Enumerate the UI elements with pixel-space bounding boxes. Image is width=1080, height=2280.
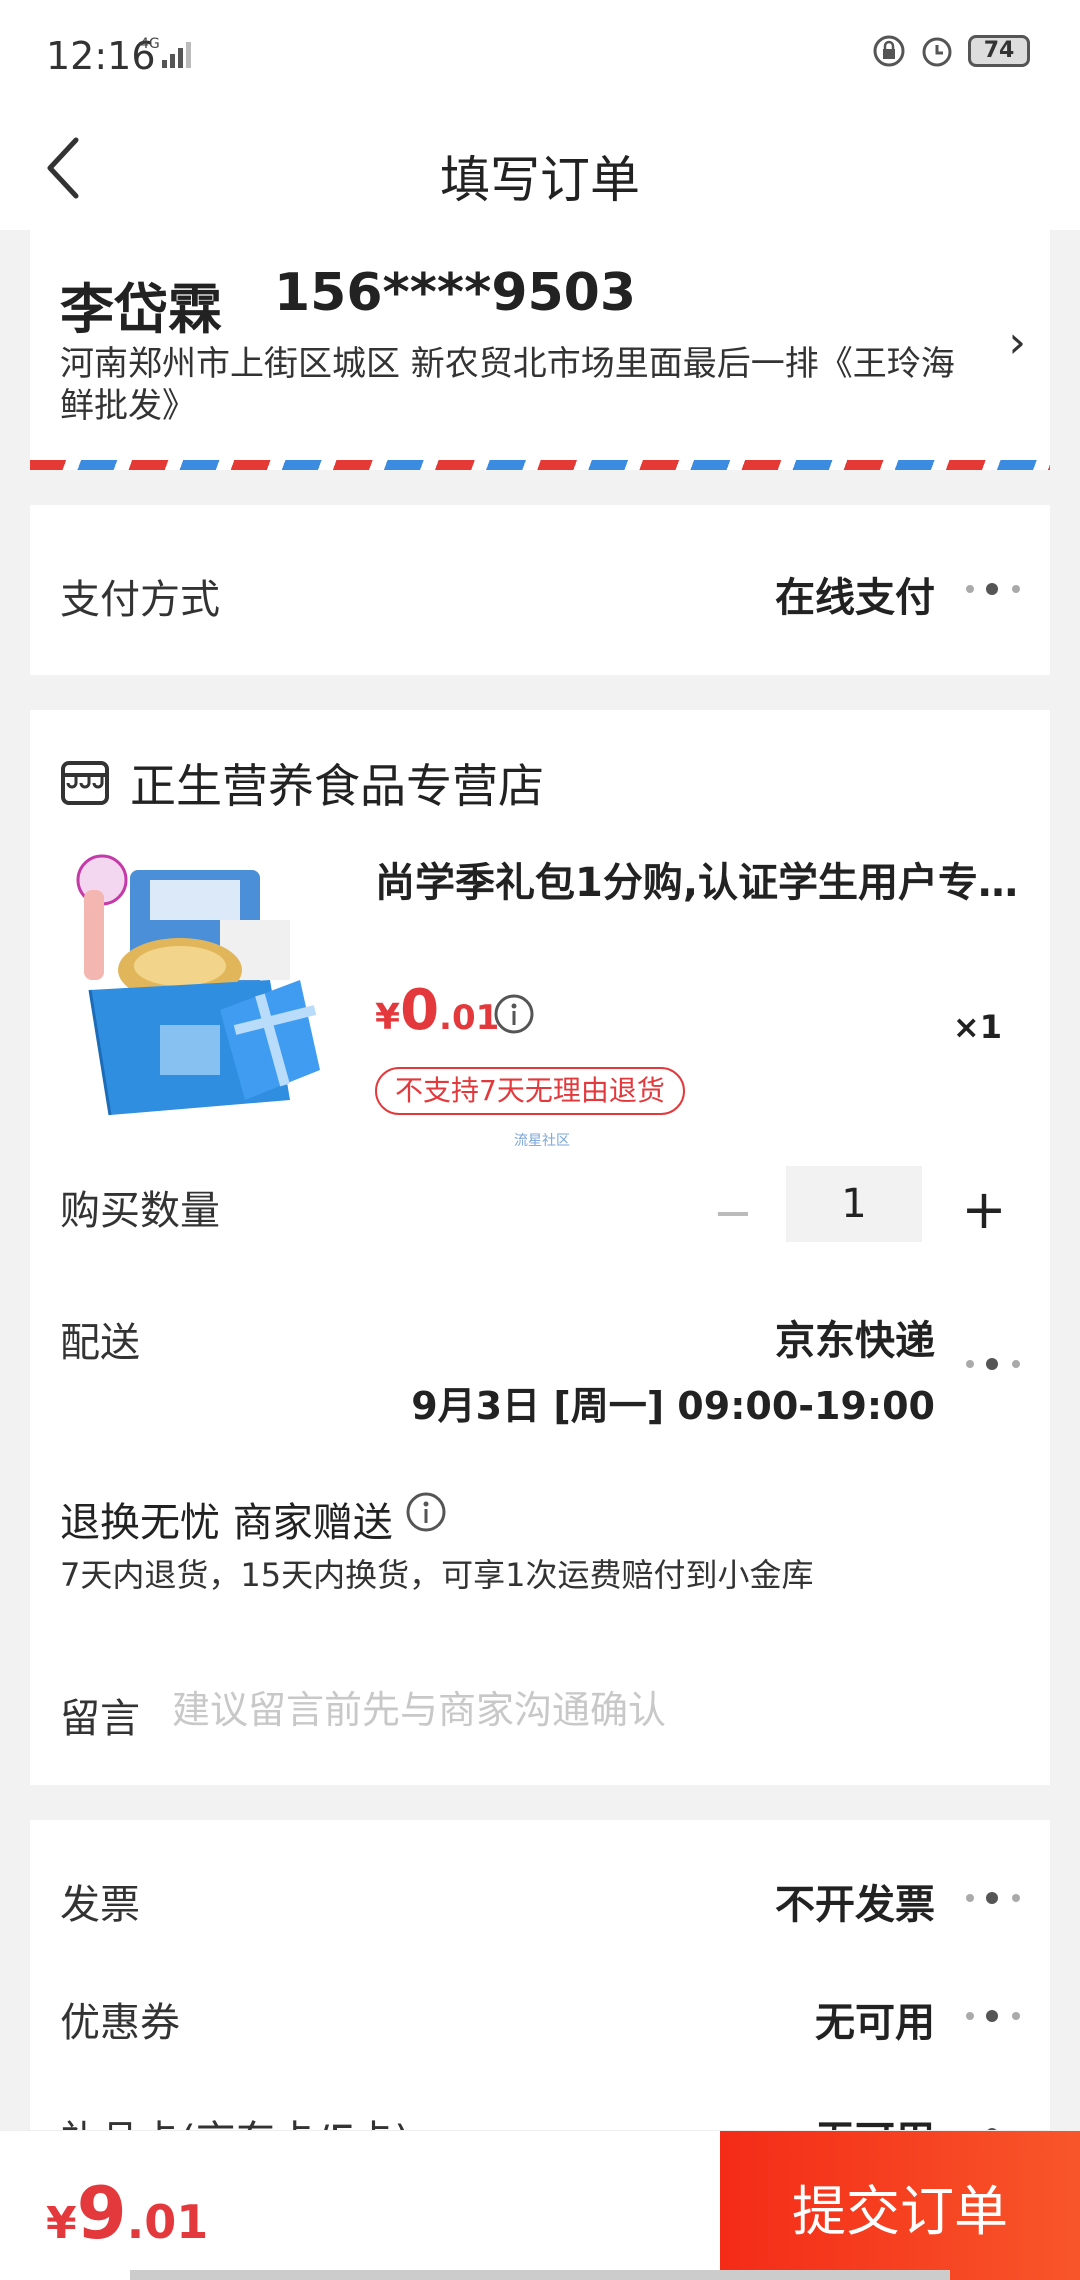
invoice-label: 发票 xyxy=(60,1882,140,1928)
quantity-label: 购买数量 xyxy=(60,1188,220,1234)
status-bar: 12:16 4G 74 xyxy=(0,0,1080,110)
returns-title: 退换无忧 商家赠送 xyxy=(60,1500,393,1546)
total-decimal: .01 xyxy=(126,2195,209,2249)
shop-name: 正生营养食品专营店 xyxy=(130,759,544,813)
shipping-label: 配送 xyxy=(60,1320,140,1366)
payment-value: 在线支付 xyxy=(775,575,935,621)
payment-card[interactable]: 支付方式 在线支付 xyxy=(30,505,1050,675)
lock-rotation-icon xyxy=(873,35,905,67)
home-indicator[interactable] xyxy=(130,2270,950,2280)
airmail-border xyxy=(30,460,1050,470)
payment-label: 支付方式 xyxy=(60,577,220,623)
quantity-minus-button[interactable]: − xyxy=(703,1185,763,1245)
price-integer: 0 xyxy=(400,978,440,1043)
shop-card: 正生营养食品专营店 尚学季礼包1分购,认证学生用户专… ¥0.01 ×1 不支持… xyxy=(30,710,1050,1785)
more-icon[interactable] xyxy=(966,1892,1022,1906)
product-price: ¥0.01 xyxy=(375,978,499,1043)
submit-order-button[interactable]: 提交订单 xyxy=(720,2131,1080,2280)
chevron-right-icon[interactable]: › xyxy=(1008,317,1026,368)
product-image[interactable] xyxy=(70,850,330,1120)
info-icon[interactable] xyxy=(404,1490,448,1534)
price-currency: ¥ xyxy=(375,997,401,1038)
returns-description: 7天内退货，15天内换货，可享1次运费赔付到小金库 xyxy=(60,1556,814,1594)
alarm-icon xyxy=(922,37,952,67)
shipping-time[interactable]: 9月3日 [周一] 09:00-19:00 xyxy=(411,1375,935,1430)
more-icon[interactable] xyxy=(966,2010,1022,2024)
recipient-phone: 156****9503 xyxy=(274,263,637,323)
order-total: ¥9.01 xyxy=(46,2171,208,2255)
quantity-input[interactable]: 1 xyxy=(786,1166,922,1242)
extras-card: 发票 不开发票 优惠券 无可用 礼品卡(京东卡/E卡) 无可用 xyxy=(30,1820,1050,2164)
bottom-bar: ¥9.01 提交订单 xyxy=(0,2130,1080,2280)
header: 填写订单 xyxy=(0,110,1080,230)
address-detail: 河南郑州市上街区城区 新农贸北市场里面最后一排《王玲海鲜批发》 xyxy=(60,344,955,426)
shipping-carrier[interactable]: 京东快递 xyxy=(775,1308,935,1366)
address-card[interactable]: 李岱霖 156****9503 河南郑州市上街区城区 新农贸北市场里面最后一排《… xyxy=(30,225,1050,470)
message-label: 留言 xyxy=(60,1696,140,1742)
battery-icon: 74 xyxy=(968,35,1030,67)
coupon-label: 优惠券 xyxy=(60,2000,180,2046)
invoice-value[interactable]: 不开发票 xyxy=(775,1872,935,1930)
price-decimal: .01 xyxy=(439,998,500,1038)
coupon-value[interactable]: 无可用 xyxy=(815,1990,935,2048)
total-currency: ¥ xyxy=(46,2198,77,2249)
product-quantity: ×1 xyxy=(952,1008,1002,1046)
page-title: 填写订单 xyxy=(440,151,640,209)
store-icon xyxy=(61,761,109,805)
recipient-name: 李岱霖 xyxy=(60,278,222,341)
total-integer: 9 xyxy=(76,2171,127,2255)
more-icon[interactable] xyxy=(966,583,1022,597)
watermark: 流星社区 xyxy=(514,1133,570,1149)
no-return-badge: 不支持7天无理由退货 xyxy=(375,1067,685,1115)
more-icon[interactable] xyxy=(966,1358,1022,1372)
quantity-plus-button[interactable]: + xyxy=(954,1182,1014,1242)
product-title[interactable]: 尚学季礼包1分购,认证学生用户专… xyxy=(375,850,1025,908)
signal-icon xyxy=(162,42,191,68)
network-type: 4G xyxy=(140,36,160,52)
status-icons: 74 xyxy=(872,34,1030,68)
info-icon[interactable] xyxy=(492,992,536,1036)
message-input[interactable] xyxy=(172,1672,1012,1748)
